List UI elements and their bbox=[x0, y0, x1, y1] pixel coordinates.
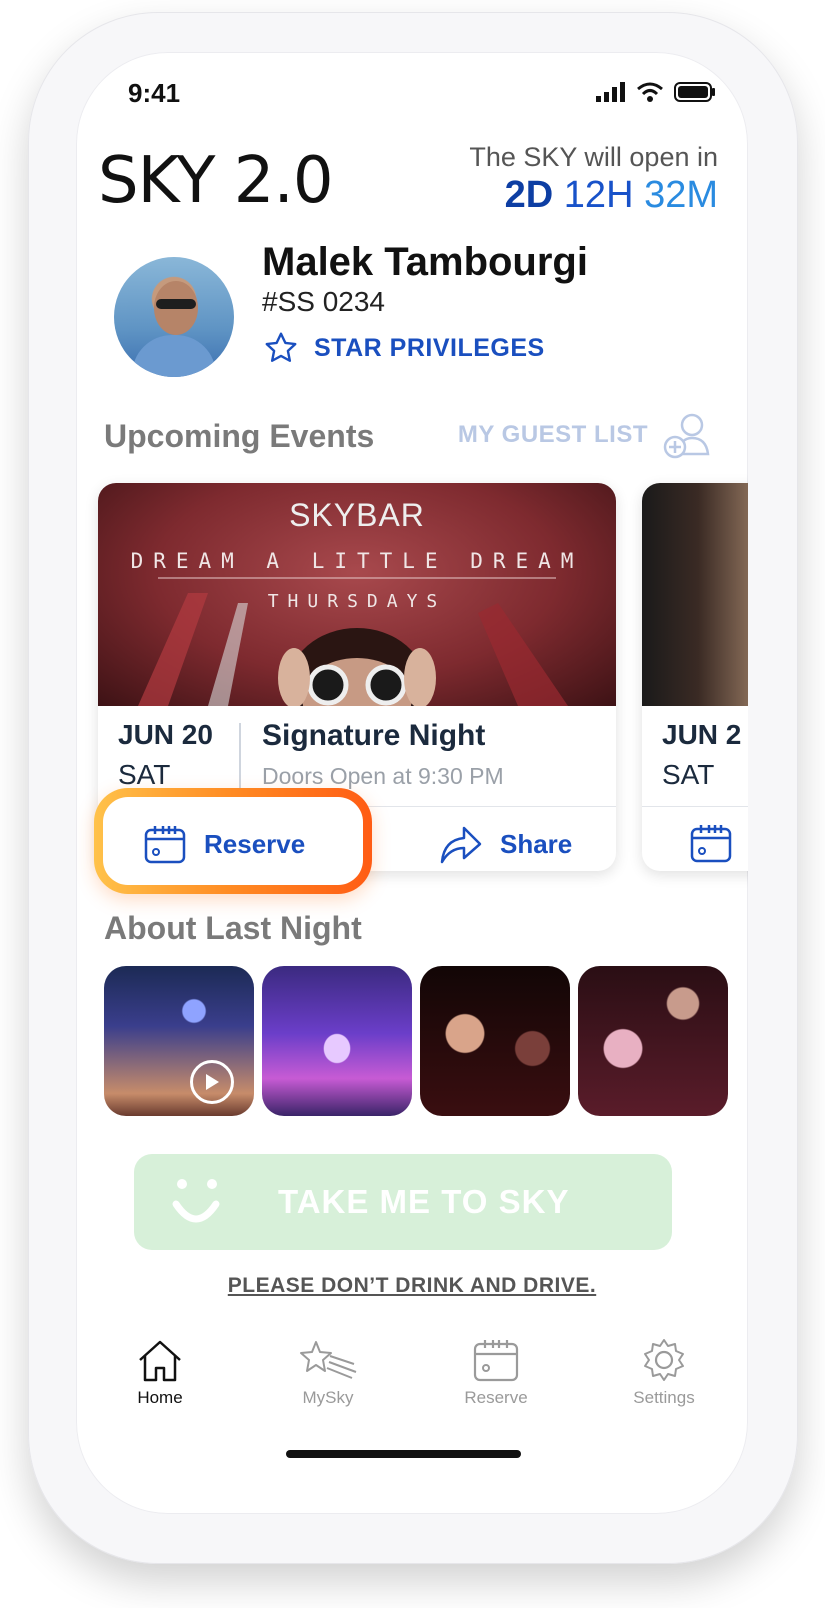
event-tagline: DREAM A LITTLE DREAM bbox=[130, 549, 584, 573]
gallery-photo[interactable] bbox=[262, 966, 412, 1116]
calendar-icon bbox=[690, 825, 732, 863]
gallery-photo[interactable] bbox=[420, 966, 570, 1116]
battery-icon bbox=[674, 82, 715, 102]
home-indicator[interactable] bbox=[286, 1450, 521, 1458]
countdown-minutes: 32M bbox=[644, 174, 718, 216]
gear-icon bbox=[644, 1339, 684, 1381]
reserve-button[interactable]: Reserve bbox=[144, 814, 305, 874]
event-day: SAT bbox=[118, 759, 171, 790]
avatar[interactable] bbox=[114, 257, 234, 377]
event-date: JUN 20 bbox=[118, 719, 213, 750]
event-brand: SKYBAR bbox=[289, 497, 425, 533]
cta-label: TAKE ME TO SKY bbox=[278, 1183, 570, 1220]
event-card-next[interactable]: JUN 2 SAT bbox=[642, 483, 748, 871]
star-icon bbox=[265, 332, 297, 362]
star-privileges-label: STAR PRIVILEGES bbox=[314, 333, 545, 362]
guest-list-label: MY GUEST LIST bbox=[457, 421, 648, 448]
event-subtitle: THURSDAYS bbox=[267, 591, 447, 612]
reserve-label: Reserve bbox=[204, 828, 306, 859]
tab-reserve-label: Reserve bbox=[464, 1388, 528, 1407]
calendar-icon bbox=[144, 826, 186, 864]
gallery-photo[interactable] bbox=[578, 966, 728, 1116]
take-me-to-sky-button[interactable]: TAKE ME TO SKY bbox=[134, 1154, 672, 1250]
play-icon bbox=[190, 1060, 234, 1104]
tab-home[interactable]: Home bbox=[80, 1338, 240, 1428]
open-countdown-label: The SKY will open in bbox=[469, 142, 718, 172]
countdown-hours: 12H bbox=[563, 174, 634, 216]
tab-settings[interactable]: Settings bbox=[584, 1338, 744, 1428]
last-night-gallery bbox=[104, 966, 728, 1116]
status-icons bbox=[596, 82, 716, 102]
member-id: #SS 0234 bbox=[262, 286, 385, 317]
tab-settings-label: Settings bbox=[633, 1388, 695, 1407]
share-button[interactable]: Share bbox=[438, 814, 572, 874]
signal-icon bbox=[596, 82, 625, 102]
add-guest-icon bbox=[663, 413, 710, 459]
event-day-next: SAT bbox=[662, 759, 715, 790]
open-countdown: 2D 12H 32M bbox=[505, 174, 718, 217]
wifi-icon bbox=[637, 82, 663, 102]
tab-reserve[interactable]: Reserve bbox=[416, 1338, 576, 1428]
star-privileges-link[interactable]: STAR PRIVILEGES bbox=[262, 330, 545, 366]
smile-icon bbox=[172, 1179, 220, 1223]
event-date-next: JUN 2 bbox=[662, 719, 742, 750]
countdown-days: 2D bbox=[504, 174, 554, 216]
app-screen: 9:41 SKY 2.0 The SKY will open in 2D 12H… bbox=[76, 52, 748, 1514]
upcoming-events-title: Upcoming Events bbox=[104, 418, 375, 454]
about-last-night-title: About Last Night bbox=[104, 910, 362, 946]
shooting-star-icon bbox=[300, 1341, 357, 1379]
tab-bar: Home MySky Reserve Settings bbox=[76, 1338, 748, 1428]
event-image: SKYBAR DREAM A LITTLE DREAM THURSDAYS bbox=[98, 483, 616, 706]
event-divider bbox=[239, 723, 241, 789]
event-doors-time: Doors Open at 9:30 PM bbox=[262, 763, 504, 789]
share-icon bbox=[440, 826, 482, 864]
app-logo: SKY 2.0 bbox=[98, 144, 334, 218]
my-guest-list-link[interactable]: MY GUEST LIST bbox=[458, 408, 714, 462]
safety-notice: PLEASE DON’T DRINK AND DRIVE. bbox=[227, 1274, 597, 1297]
home-icon bbox=[139, 1340, 181, 1382]
share-label: Share bbox=[500, 828, 573, 859]
status-time: 9:41 bbox=[128, 78, 181, 108]
calendar-icon bbox=[473, 1340, 519, 1382]
event-image-next bbox=[642, 483, 748, 706]
event-title: Signature Night bbox=[262, 719, 486, 752]
user-name: Malek Tambourgi bbox=[262, 240, 588, 284]
gallery-photo[interactable] bbox=[104, 966, 254, 1116]
tab-home-label: Home bbox=[137, 1388, 183, 1407]
tab-mysky-label: MySky bbox=[302, 1388, 354, 1407]
tab-mysky[interactable]: MySky bbox=[248, 1338, 408, 1428]
